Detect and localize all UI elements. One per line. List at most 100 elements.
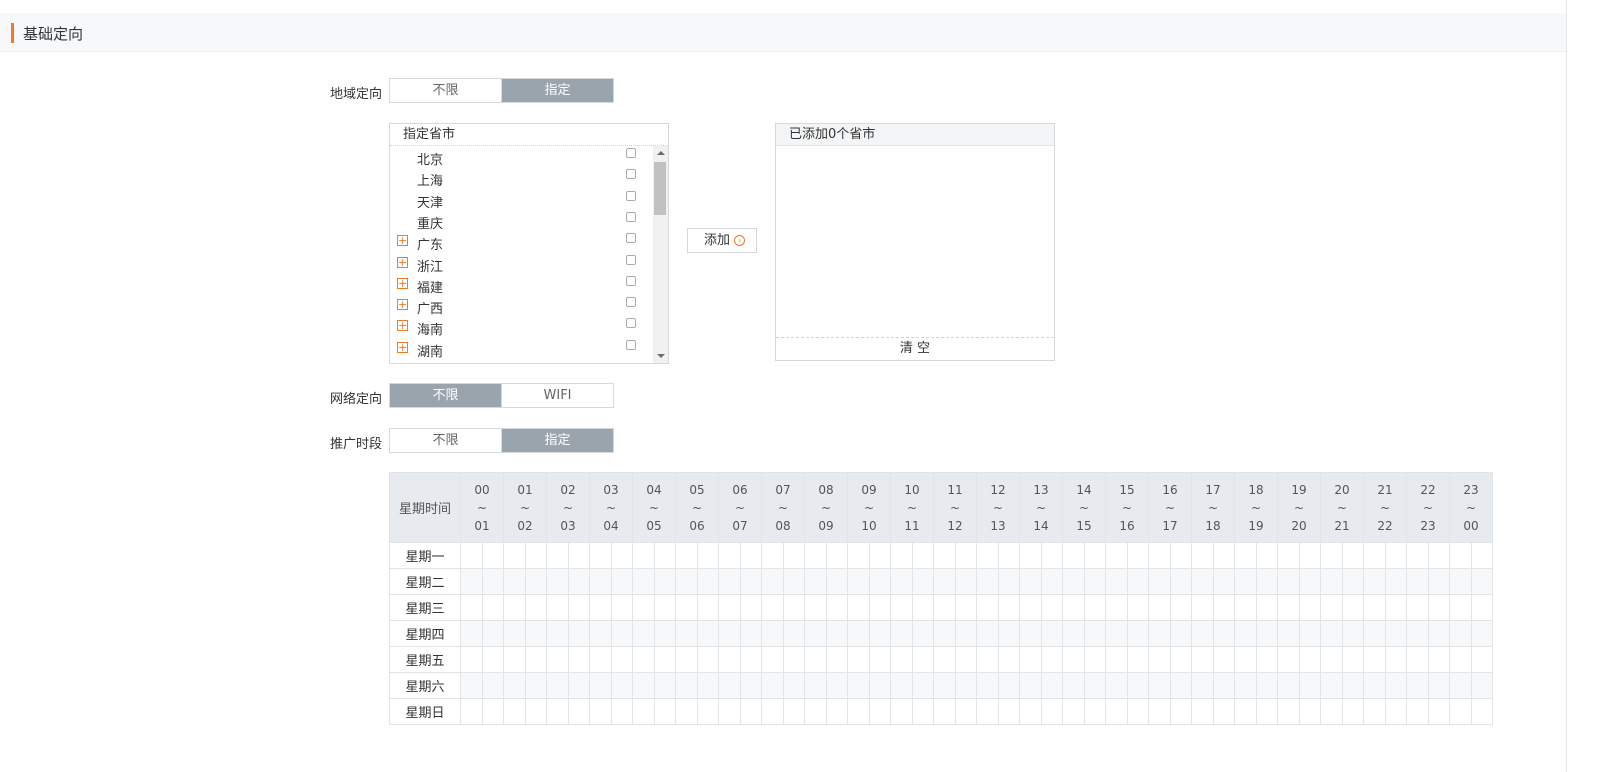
- scroll-thumb[interactable]: [654, 162, 666, 215]
- time-slot-cell[interactable]: [653, 698, 676, 725]
- time-slot-cell[interactable]: [1040, 620, 1063, 647]
- time-slot-cell[interactable]: [804, 568, 827, 595]
- day-label[interactable]: 星期一: [389, 542, 461, 569]
- time-slot-cell[interactable]: [739, 698, 762, 725]
- time-slot-cell[interactable]: [954, 620, 977, 647]
- time-slot-cell[interactable]: [1341, 672, 1364, 699]
- time-slot-cell[interactable]: [1449, 594, 1472, 621]
- province-checkbox[interactable]: [626, 148, 636, 158]
- time-slot-cell[interactable]: [460, 542, 483, 569]
- hour-column-header[interactable]: 21 ~22: [1363, 472, 1407, 543]
- time-slot-cell[interactable]: [1470, 568, 1493, 595]
- hour-column-header[interactable]: 05 ~06: [675, 472, 719, 543]
- time-slot-cell[interactable]: [976, 542, 999, 569]
- time-slot-cell[interactable]: [1019, 568, 1042, 595]
- time-slot-cell[interactable]: [1212, 568, 1235, 595]
- time-slot-cell[interactable]: [567, 542, 590, 569]
- time-slot-cell[interactable]: [1126, 672, 1149, 699]
- time-slot-cell[interactable]: [782, 698, 805, 725]
- time-slot-cell[interactable]: [739, 542, 762, 569]
- time-slot-cell[interactable]: [997, 594, 1020, 621]
- expand-plus-icon[interactable]: +: [397, 256, 408, 268]
- time-slot-cell[interactable]: [1234, 568, 1257, 595]
- time-slot-cell[interactable]: [761, 698, 784, 725]
- time-slot-cell[interactable]: [847, 568, 870, 595]
- province-checkbox[interactable]: [626, 318, 636, 329]
- day-label[interactable]: 星期六: [389, 672, 461, 699]
- time-slot-cell[interactable]: [868, 568, 891, 595]
- network-option-unlimited[interactable]: 不限: [390, 384, 501, 407]
- time-slot-cell[interactable]: [1040, 568, 1063, 595]
- time-slot-cell[interactable]: [1363, 594, 1386, 621]
- time-slot-cell[interactable]: [1320, 698, 1343, 725]
- time-slot-cell[interactable]: [1427, 568, 1450, 595]
- day-label[interactable]: 星期三: [389, 594, 461, 621]
- province-item[interactable]: + 福建: [390, 275, 653, 297]
- time-slot-cell[interactable]: [524, 620, 547, 647]
- time-slot-cell[interactable]: [696, 568, 719, 595]
- time-slot-cell[interactable]: [1449, 620, 1472, 647]
- time-slot-cell[interactable]: [1126, 594, 1149, 621]
- hour-column-header[interactable]: 14 ~15: [1062, 472, 1106, 543]
- time-slot-cell[interactable]: [1062, 672, 1085, 699]
- hour-column-header[interactable]: 23 ~00: [1449, 472, 1493, 543]
- region-option-specify[interactable]: 指定: [501, 79, 613, 102]
- period-option-unlimited[interactable]: 不限: [390, 429, 501, 452]
- add-button[interactable]: 添加 ›: [687, 228, 757, 253]
- province-scrollbar[interactable]: [653, 146, 668, 363]
- time-slot-cell[interactable]: [675, 646, 698, 673]
- time-slot-cell[interactable]: [503, 672, 526, 699]
- time-slot-cell[interactable]: [653, 646, 676, 673]
- time-slot-cell[interactable]: [718, 620, 741, 647]
- time-slot-cell[interactable]: [933, 542, 956, 569]
- time-slot-cell[interactable]: [1449, 568, 1472, 595]
- time-slot-cell[interactable]: [1255, 646, 1278, 673]
- time-slot-cell[interactable]: [761, 568, 784, 595]
- time-slot-cell[interactable]: [1040, 698, 1063, 725]
- time-slot-cell[interactable]: [1234, 698, 1257, 725]
- time-slot-cell[interactable]: [460, 620, 483, 647]
- time-slot-cell[interactable]: [1019, 646, 1042, 673]
- hour-column-header[interactable]: 19 ~20: [1277, 472, 1321, 543]
- time-slot-cell[interactable]: [696, 646, 719, 673]
- time-slot-cell[interactable]: [1384, 542, 1407, 569]
- time-slot-cell[interactable]: [868, 542, 891, 569]
- time-slot-cell[interactable]: [976, 568, 999, 595]
- time-slot-cell[interactable]: [1341, 594, 1364, 621]
- time-slot-cell[interactable]: [1255, 568, 1278, 595]
- time-slot-cell[interactable]: [804, 594, 827, 621]
- time-slot-cell[interactable]: [868, 672, 891, 699]
- time-slot-cell[interactable]: [1083, 568, 1106, 595]
- time-slot-cell[interactable]: [1363, 620, 1386, 647]
- time-slot-cell[interactable]: [1148, 620, 1171, 647]
- time-slot-cell[interactable]: [1040, 594, 1063, 621]
- time-slot-cell[interactable]: [1277, 672, 1300, 699]
- clear-button[interactable]: 清 空: [776, 337, 1054, 360]
- time-slot-cell[interactable]: [1470, 620, 1493, 647]
- time-slot-cell[interactable]: [825, 542, 848, 569]
- expand-plus-icon[interactable]: +: [397, 341, 408, 353]
- time-slot-cell[interactable]: [1298, 568, 1321, 595]
- time-slot-cell[interactable]: [524, 542, 547, 569]
- time-slot-cell[interactable]: [804, 646, 827, 673]
- time-slot-cell[interactable]: [1148, 594, 1171, 621]
- time-slot-cell[interactable]: [1062, 568, 1085, 595]
- time-slot-cell[interactable]: [739, 620, 762, 647]
- time-slot-cell[interactable]: [976, 672, 999, 699]
- province-checkbox[interactable]: [626, 190, 636, 201]
- time-slot-cell[interactable]: [890, 542, 913, 569]
- time-slot-cell[interactable]: [567, 620, 590, 647]
- province-item[interactable]: 天津: [390, 190, 653, 212]
- time-slot-cell[interactable]: [782, 672, 805, 699]
- region-option-unlimited[interactable]: 不限: [390, 79, 501, 102]
- time-slot-cell[interactable]: [847, 672, 870, 699]
- time-slot-cell[interactable]: [890, 698, 913, 725]
- province-item[interactable]: + 浙江: [390, 254, 653, 276]
- time-slot-cell[interactable]: [1320, 594, 1343, 621]
- time-slot-cell[interactable]: [1083, 542, 1106, 569]
- time-slot-cell[interactable]: [1212, 542, 1235, 569]
- time-slot-cell[interactable]: [1406, 672, 1429, 699]
- time-slot-cell[interactable]: [546, 646, 569, 673]
- time-slot-cell[interactable]: [997, 568, 1020, 595]
- time-slot-cell[interactable]: [1406, 646, 1429, 673]
